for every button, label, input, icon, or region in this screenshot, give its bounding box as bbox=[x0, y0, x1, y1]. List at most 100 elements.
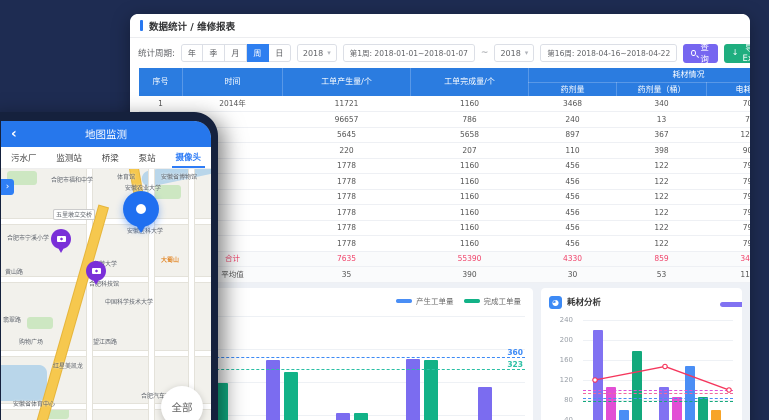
camera-icon bbox=[92, 268, 101, 274]
consumable-bar-chart bbox=[583, 315, 733, 420]
table-cell: 55390 bbox=[411, 251, 529, 267]
report-table: 序号时间工单产生量/个工单完成量/个耗材情况药剂量药剂量（桶）电耗量水量 120… bbox=[138, 68, 750, 283]
camera-icon bbox=[57, 236, 66, 242]
table-cell: 859 bbox=[617, 251, 707, 267]
legend-swatch bbox=[464, 299, 480, 303]
bar bbox=[284, 372, 298, 420]
back-icon[interactable]: ‹ bbox=[11, 127, 17, 141]
export-excel-button[interactable]: ↓ 导出Excel bbox=[724, 44, 750, 63]
query-button[interactable]: 查询 bbox=[683, 44, 718, 63]
map-label: 合肥市福和中学 bbox=[51, 175, 93, 184]
table-cell: 456 bbox=[529, 189, 617, 205]
table-cell: 340 bbox=[617, 96, 707, 112]
phone-mockup: ‹ 地图监测 污水厂监测站桥梁泵站摄像头 › 全部 合肥市福和中学体育馆安徽农业… bbox=[0, 112, 218, 420]
period-label: 统计周期: bbox=[138, 47, 175, 59]
table-cell: 1160 bbox=[411, 220, 529, 236]
period-option[interactable]: 月 bbox=[225, 44, 247, 62]
trend-line bbox=[583, 315, 733, 420]
week-range-end-input[interactable]: 第16周: 2018-04-16~2018-04-22 bbox=[540, 44, 677, 62]
table-row: 177811604561227967 bbox=[139, 205, 751, 221]
map-label: 体育馆 bbox=[117, 172, 135, 181]
legend-label: 产生工单量 bbox=[416, 296, 454, 307]
table-cell: 124 bbox=[707, 127, 751, 143]
phone-tab[interactable]: 监测站 bbox=[52, 147, 86, 168]
legend-swatch bbox=[720, 302, 742, 307]
map-label: 中国科学技术大学 bbox=[105, 297, 153, 306]
week-range-start-input[interactable]: 第1周: 2018-01-01~2018-01-07 bbox=[343, 44, 475, 62]
selected-camera-marker[interactable] bbox=[123, 191, 159, 227]
period-option[interactable]: 年 bbox=[181, 44, 203, 62]
map-label: 安徽省博物馆 bbox=[161, 172, 197, 181]
table-cell: 4330 bbox=[529, 251, 617, 267]
table-cell: 456 bbox=[529, 174, 617, 190]
y-axis: 2402001601208040 bbox=[549, 315, 577, 420]
table-cell: 11721 bbox=[283, 96, 411, 112]
map-label: 购物广场 bbox=[19, 337, 43, 346]
average-row: 平均值35390305311114 bbox=[139, 267, 751, 283]
chart-header: ◕ 耗材分析 bbox=[549, 296, 734, 309]
phone-tab[interactable]: 污水厂 bbox=[7, 147, 41, 168]
table-row: 2202071103989019 bbox=[139, 143, 751, 159]
table-cell: 1160 bbox=[411, 174, 529, 190]
phone-tab[interactable]: 泵站 bbox=[135, 147, 160, 168]
table-cell: 1160 bbox=[411, 236, 529, 252]
table-cell: 122 bbox=[617, 189, 707, 205]
legend-item: 完成工单量 bbox=[464, 296, 522, 307]
column-header: 时间 bbox=[183, 68, 283, 96]
all-button[interactable]: 全部 bbox=[161, 386, 203, 420]
table-cell: 2014年 bbox=[183, 96, 283, 112]
period-option[interactable]: 日 bbox=[269, 44, 291, 62]
axis-tick-label: 40 bbox=[564, 416, 573, 420]
table-cell: 1160 bbox=[411, 205, 529, 221]
consumable-chart: 2402001601208040 bbox=[549, 315, 734, 420]
breadcrumb-bar: 数据统计 / 维修报表 bbox=[130, 14, 750, 38]
table-header-row: 序号时间工单产生量/个工单完成量/个耗材情况 bbox=[139, 68, 751, 82]
map-view[interactable]: › 全部 合肥市福和中学体育馆安徽农业大学安徽省博物馆五里墩立交桥安徽医科大学合… bbox=[1, 169, 211, 420]
table-row: 177811604561227967 bbox=[139, 236, 751, 252]
table-cell: 35 bbox=[283, 267, 411, 283]
table-cell: 398 bbox=[617, 143, 707, 159]
column-header: 序号 bbox=[139, 68, 183, 96]
phone-header: ‹ 地图监测 bbox=[1, 121, 211, 147]
map-expand-button[interactable]: › bbox=[1, 179, 14, 195]
download-icon: ↓ bbox=[732, 49, 739, 57]
chart-title: 耗材分析 bbox=[567, 296, 601, 308]
period-option[interactable]: 周 bbox=[247, 44, 269, 62]
map-label: 红星美凯龙 bbox=[53, 361, 83, 370]
axis-tick-label: 160 bbox=[560, 356, 573, 364]
phone-tab[interactable]: 摄像头 bbox=[172, 147, 206, 168]
year-end-select[interactable]: 2018 ▾ bbox=[494, 44, 534, 62]
report-table-wrap: 序号时间工单产生量/个工单完成量/个耗材情况药剂量药剂量（桶）电耗量水量 120… bbox=[130, 68, 750, 283]
year-start-value: 2018 bbox=[303, 49, 323, 58]
pie-chart-icon: ◕ bbox=[549, 296, 562, 309]
table-cell: 79 bbox=[707, 236, 751, 252]
column-header: 耗材情况 bbox=[529, 68, 751, 82]
camera-pin-marker[interactable] bbox=[86, 261, 106, 281]
year-start-select[interactable]: 2018 ▾ bbox=[297, 44, 337, 62]
table-row: 177811604561227967 bbox=[139, 174, 751, 190]
table-cell: 53 bbox=[617, 267, 707, 283]
table-cell: 5645 bbox=[283, 127, 411, 143]
table-cell: 1778 bbox=[283, 236, 411, 252]
map-road bbox=[1, 351, 211, 356]
phone-tab-bar: 污水厂监测站桥梁泵站摄像头 bbox=[1, 147, 211, 169]
table-cell: 7635 bbox=[283, 251, 411, 267]
table-row: 96657786240137690 bbox=[139, 112, 751, 128]
table-cell: 122 bbox=[617, 236, 707, 252]
range-separator: ~ bbox=[481, 48, 489, 58]
camera-pin-marker[interactable] bbox=[51, 229, 71, 249]
table-cell: 1778 bbox=[283, 205, 411, 221]
table-cell: 30 bbox=[529, 267, 617, 283]
table-cell: 390 bbox=[411, 267, 529, 283]
map-label: 安徽省体育中心 bbox=[13, 399, 55, 408]
dashboard-window: 数据统计 / 维修报表 统计周期: 年季月周日 2018 ▾ 第1周: 2018… bbox=[130, 14, 750, 420]
map-label: 黄山路 bbox=[5, 267, 23, 276]
total-row: 合计763555390433085934933 bbox=[139, 251, 751, 267]
sub-column-header: 药剂量 bbox=[529, 82, 617, 96]
phone-tab[interactable]: 桥梁 bbox=[98, 147, 123, 168]
table-row: 177811604561227967 bbox=[139, 158, 751, 174]
accent-bar bbox=[140, 20, 143, 31]
table-row: 12014年117211160346834070250 bbox=[139, 96, 751, 112]
map-lake bbox=[1, 365, 47, 401]
period-option[interactable]: 季 bbox=[203, 44, 225, 62]
